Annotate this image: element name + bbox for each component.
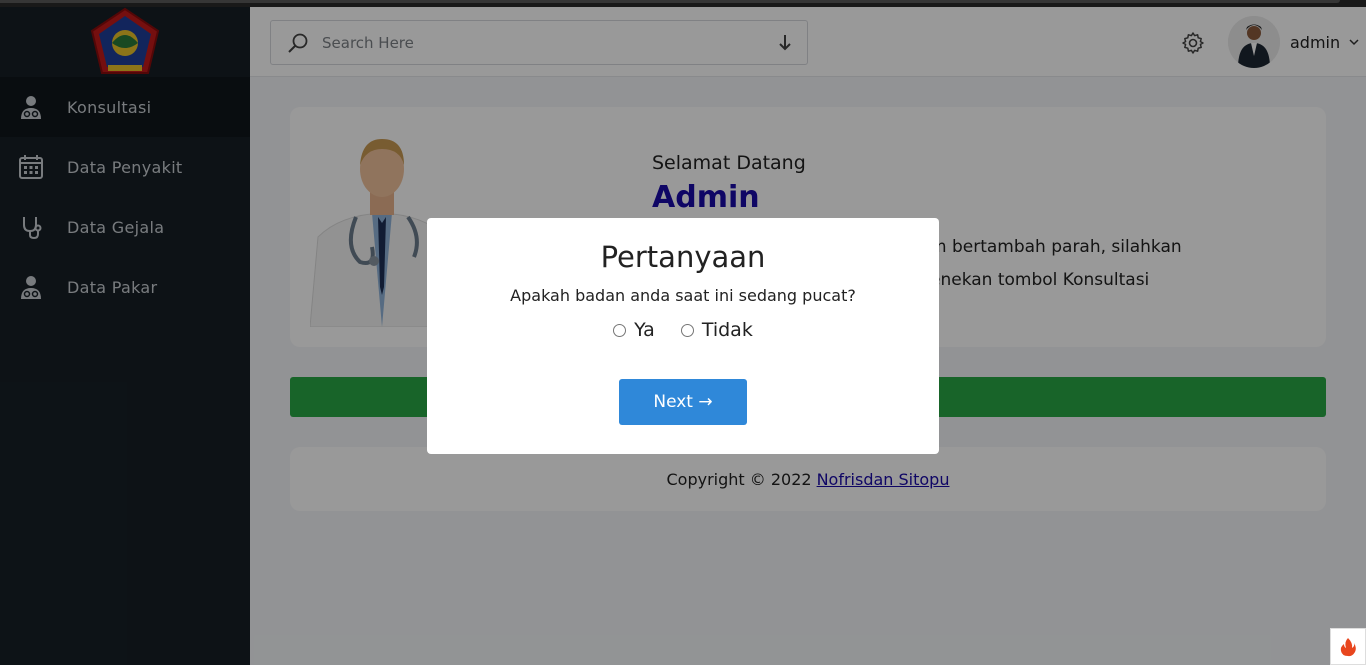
modal-title: Pertanyaan	[600, 240, 766, 274]
option-ya-label: Ya	[634, 319, 655, 341]
option-tidak[interactable]: Tidak	[680, 319, 753, 341]
radio-tidak[interactable]	[680, 323, 694, 337]
answer-options: Ya Tidak	[427, 319, 939, 341]
fire-icon[interactable]	[1330, 628, 1366, 665]
modal-question: Apakah badan anda saat ini sedang pucat?	[510, 286, 856, 305]
option-tidak-label: Tidak	[701, 319, 753, 341]
option-ya[interactable]: Ya	[613, 319, 655, 341]
radio-ya[interactable]	[613, 323, 627, 337]
next-button[interactable]: Next →	[619, 379, 747, 425]
question-modal: Pertanyaan Apakah badan anda saat ini se…	[427, 218, 939, 454]
